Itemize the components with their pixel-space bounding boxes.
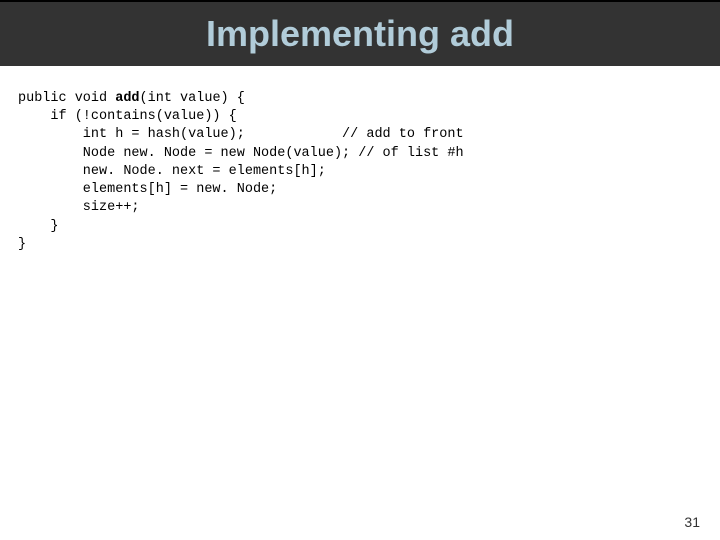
code-line: int h = hash(value); // add to front	[18, 126, 702, 144]
slide-title: Implementing add	[206, 13, 514, 55]
code-block: public void add(int value) { if (!contai…	[0, 66, 720, 254]
code-line: new. Node. next = elements[h];	[18, 163, 702, 181]
code-text: (int value) {	[140, 91, 245, 106]
code-line: public void add(int value) {	[18, 90, 702, 108]
code-text: public void	[18, 91, 115, 106]
code-line: }	[18, 218, 702, 236]
title-bar: Implementing add	[0, 0, 720, 66]
code-line: Node new. Node = new Node(value); // of …	[18, 145, 702, 163]
code-line: }	[18, 236, 702, 254]
code-method-name: add	[115, 91, 139, 106]
code-line: elements[h] = new. Node;	[18, 181, 702, 199]
code-line: size++;	[18, 199, 702, 217]
page-number: 31	[684, 514, 700, 530]
code-line: if (!contains(value)) {	[18, 108, 702, 126]
